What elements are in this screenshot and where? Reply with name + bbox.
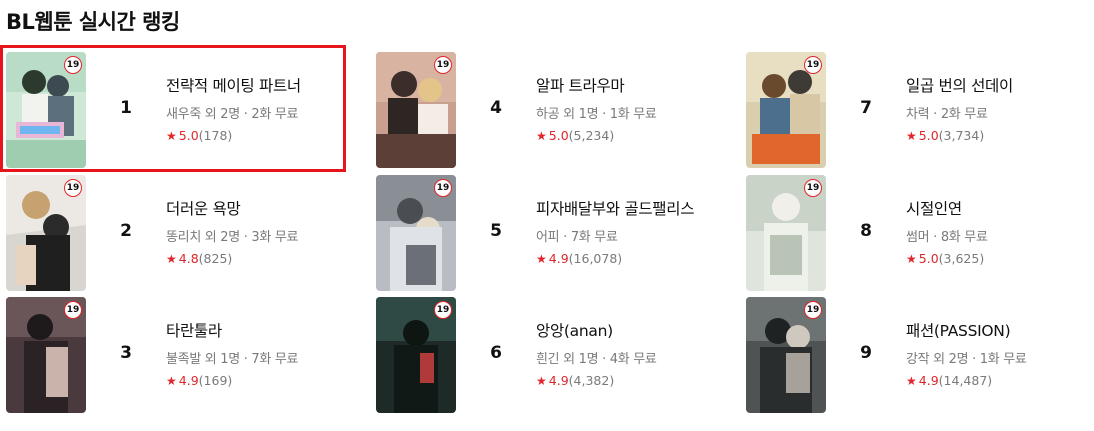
author-free-episodes: 썸머 · 8화 무료 [906,230,988,245]
ranking-item-7[interactable]: 19 7 일곱 번의 선데이 차력 · 2화 무료 ★ 5.0 (3,734) [740,52,1080,168]
rating: ★ 5.0 (178) [166,128,301,143]
age-19-badge: 19 [434,56,452,74]
star-icon: ★ [906,251,917,266]
rank-number: 5 [490,221,502,241]
rank-number: 8 [860,221,872,241]
ranking-item-9[interactable]: 19 9 패션(PASSION) 강작 외 2명 · 1화 무료 ★ 4.9 (… [740,297,1080,413]
ranking-item-2[interactable]: 19 2 더러운 욕망 똥리치 외 2명 · 3화 무료 ★ 4.8 (825) [0,175,340,291]
rank-number: 9 [860,343,872,363]
cover-thumbnail[interactable]: 19 [376,297,456,413]
age-19-badge: 19 [804,301,822,319]
cover-thumbnail[interactable]: 19 [376,52,456,168]
age-19-badge: 19 [804,56,822,74]
author-free-episodes: 강작 외 2명 · 1화 무료 [906,352,1027,367]
ranking-item-4[interactable]: 19 4 알파 트라우마 하공 외 1명 · 1화 무료 ★ 5.0 (5,23… [370,52,710,168]
webtoon-title[interactable]: 패션(PASSION) [906,319,1027,341]
rating-count: (5,234) [568,128,615,143]
rating-count: (169) [198,373,233,388]
author-free-episodes: 새우죽 외 2명 · 2화 무료 [166,107,299,122]
star-icon: ★ [906,128,917,143]
rating: ★ 4.9 (4,382) [536,373,657,388]
ranking-item-6[interactable]: 19 6 앙앙(anan) 흰긴 외 1명 · 4화 무료 ★ 4.9 (4,3… [370,297,710,413]
author-free-episodes: 불족발 외 1명 · 7화 무료 [166,352,299,367]
ranking-item-3[interactable]: 19 3 타란툴라 불족발 외 1명 · 7화 무료 ★ 4.9 (169) [0,297,340,413]
author-free-episodes: 하공 외 1명 · 1화 무료 [536,107,657,122]
age-19-badge: 19 [434,179,452,197]
author-free-episodes: 흰긴 외 1명 · 4화 무료 [536,352,657,367]
rating-count: (3,625) [938,251,985,266]
rating-count: (3,734) [938,128,985,143]
webtoon-title[interactable]: 시절인연 [906,197,988,219]
rating-count: (4,382) [568,373,615,388]
webtoon-title[interactable]: 알파 트라우마 [536,74,657,96]
author-free-episodes: 똥리치 외 2명 · 3화 무료 [166,230,299,245]
cover-thumbnail[interactable]: 19 [376,175,456,291]
rank-number: 2 [120,221,132,241]
webtoon-title[interactable]: 전략적 메이팅 파트너 [166,74,301,96]
author-free-episodes: 어피 · 7화 무료 [536,230,618,245]
rating-count: (825) [198,251,233,266]
age-19-badge: 19 [64,56,82,74]
rank-number: 4 [490,98,502,118]
rank-number: 7 [860,98,872,118]
webtoon-title[interactable]: 피자배달부와 골드팰리스 [536,197,695,219]
rating-count: (14,487) [938,373,993,388]
star-icon: ★ [536,373,547,388]
rating: ★ 5.0 (5,234) [536,128,657,143]
webtoon-title[interactable]: 일곱 번의 선데이 [906,74,1013,96]
star-icon: ★ [166,128,177,143]
ranking-item-8[interactable]: 19 8 시절인연 썸머 · 8화 무료 ★ 5.0 (3,625) [740,175,1080,291]
age-19-badge: 19 [804,179,822,197]
age-19-badge: 19 [64,301,82,319]
cover-thumbnail[interactable]: 19 [6,175,86,291]
author-free-episodes: 차력 · 2화 무료 [906,107,988,122]
star-icon: ★ [536,251,547,266]
cover-thumbnail[interactable]: 19 [6,52,86,168]
rating-score: 5.0 [548,128,569,143]
rating-score: 5.0 [178,128,199,143]
webtoon-title[interactable]: 더러운 욕망 [166,197,298,219]
star-icon: ★ [906,373,917,388]
ranking-item-1[interactable]: 19 1 전략적 메이팅 파트너 새우죽 외 2명 · 2화 무료 ★ 5.0 … [0,52,340,168]
cover-thumbnail[interactable]: 19 [6,297,86,413]
cover-thumbnail[interactable]: 19 [746,52,826,168]
rating: ★ 4.9 (169) [166,373,298,388]
rating-score: 4.9 [918,373,939,388]
rating-count: (16,078) [568,251,623,266]
rating-score: 4.9 [548,373,569,388]
rating-score: 5.0 [918,128,939,143]
star-icon: ★ [166,373,177,388]
cover-thumbnail[interactable]: 19 [746,175,826,291]
rating-score: 4.9 [548,251,569,266]
rating: ★ 5.0 (3,734) [906,128,1013,143]
ranking-item-5[interactable]: 19 5 피자배달부와 골드팰리스 어피 · 7화 무료 ★ 4.9 (16,0… [370,175,710,291]
rating: ★ 5.0 (3,625) [906,251,988,266]
age-19-badge: 19 [64,179,82,197]
rating-count: (178) [198,128,233,143]
star-icon: ★ [536,128,547,143]
rating: ★ 4.9 (14,487) [906,373,1027,388]
rating: ★ 4.8 (825) [166,251,298,266]
rating: ★ 4.9 (16,078) [536,251,694,266]
rank-number: 6 [490,343,502,363]
webtoon-title[interactable]: 앙앙(anan) [536,319,657,341]
webtoon-title[interactable]: 타란툴라 [166,319,298,341]
rank-number: 1 [120,98,132,118]
rating-score: 4.8 [178,251,199,266]
star-icon: ★ [166,251,177,266]
section-title: BL웹툰 실시간 랭킹 [6,10,180,34]
rating-score: 5.0 [918,251,939,266]
age-19-badge: 19 [434,301,452,319]
rank-number: 3 [120,343,132,363]
rating-score: 4.9 [178,373,199,388]
cover-thumbnail[interactable]: 19 [746,297,826,413]
